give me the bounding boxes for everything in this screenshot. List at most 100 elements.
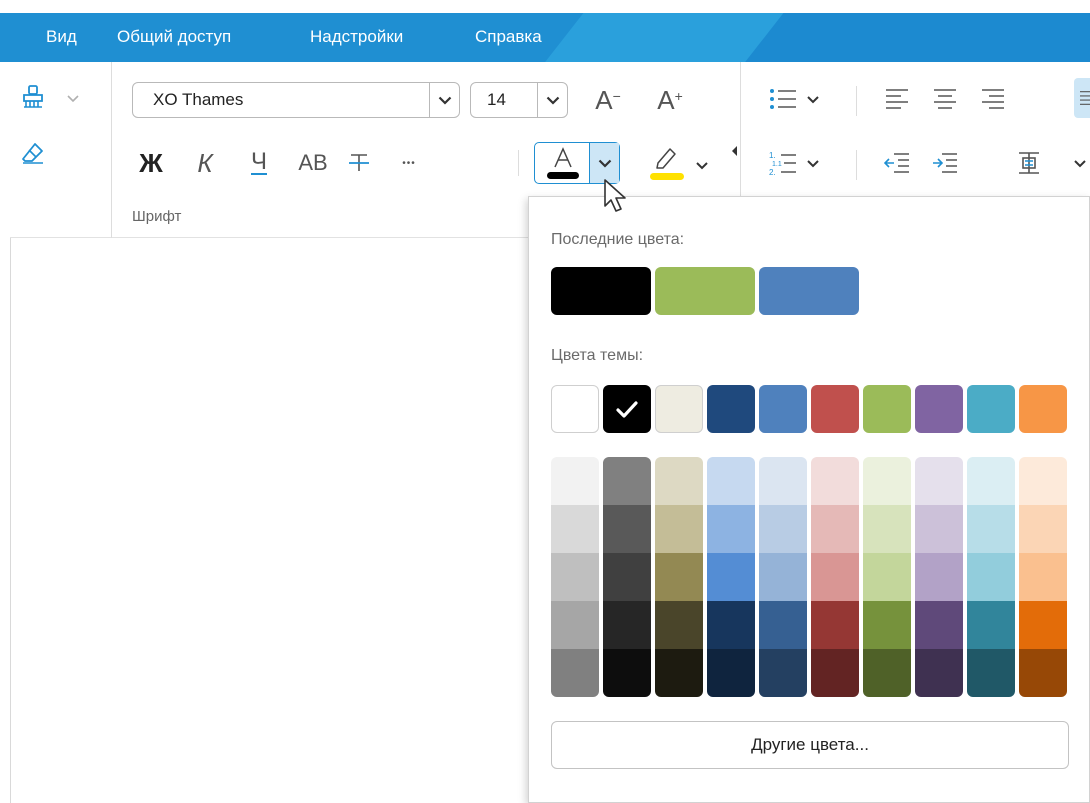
- shade-swatch[interactable]: [811, 553, 859, 601]
- menu-item-help[interactable]: Справка: [475, 27, 542, 47]
- strikethrough-button[interactable]: [342, 146, 376, 180]
- recent-color-swatch[interactable]: [759, 267, 859, 315]
- shade-swatch[interactable]: [811, 649, 859, 697]
- font-size-dropdown-arrow[interactable]: [537, 83, 567, 117]
- grow-font-button[interactable]: A +: [650, 80, 690, 120]
- shade-swatch[interactable]: [915, 457, 963, 505]
- shade-swatch[interactable]: [707, 601, 755, 649]
- shade-swatch[interactable]: [603, 505, 651, 553]
- shade-swatch[interactable]: [603, 457, 651, 505]
- shade-swatch[interactable]: [1019, 457, 1067, 505]
- all-caps-button[interactable]: АВ: [292, 146, 334, 180]
- align-center-button[interactable]: [928, 82, 962, 116]
- shade-swatch[interactable]: [551, 649, 599, 697]
- more-colors-button[interactable]: Другие цвета...: [551, 721, 1069, 769]
- shade-swatch[interactable]: [811, 505, 859, 553]
- shade-swatch[interactable]: [551, 601, 599, 649]
- shade-swatch[interactable]: [863, 649, 911, 697]
- theme-color-swatch[interactable]: [915, 385, 963, 433]
- italic-button[interactable]: К: [188, 146, 222, 180]
- shade-swatch[interactable]: [811, 601, 859, 649]
- shade-swatch[interactable]: [1019, 649, 1067, 697]
- shade-column: [863, 457, 911, 697]
- eraser-icon: [22, 143, 43, 164]
- shade-swatch[interactable]: [863, 505, 911, 553]
- paragraph-spacing-button[interactable]: [1012, 146, 1046, 180]
- shade-swatch[interactable]: [863, 457, 911, 505]
- shade-swatch[interactable]: [811, 457, 859, 505]
- shade-swatch[interactable]: [551, 457, 599, 505]
- shrink-font-button[interactable]: A −: [588, 80, 628, 120]
- shade-swatch[interactable]: [967, 505, 1015, 553]
- shade-swatch[interactable]: [603, 553, 651, 601]
- recent-color-swatch[interactable]: [551, 267, 651, 315]
- shade-swatch[interactable]: [863, 553, 911, 601]
- numbered-list-icon: 1. 1.1 2.: [769, 151, 796, 176]
- shade-swatch[interactable]: [1019, 553, 1067, 601]
- shade-swatch[interactable]: [759, 457, 807, 505]
- numbered-list-button[interactable]: 1. 1.1 2.: [766, 146, 800, 180]
- shade-swatch[interactable]: [707, 505, 755, 553]
- align-left-button[interactable]: [880, 82, 914, 116]
- checkmark-icon: [616, 401, 638, 418]
- shade-swatch[interactable]: [759, 649, 807, 697]
- justify-button[interactable]: [1074, 78, 1090, 118]
- shade-swatch[interactable]: [967, 601, 1015, 649]
- increase-indent-icon: [933, 153, 957, 173]
- decrease-indent-button[interactable]: [880, 146, 914, 180]
- menu-item-addons[interactable]: Надстройки: [310, 27, 403, 47]
- shade-swatch[interactable]: [551, 553, 599, 601]
- font-name-combobox[interactable]: XO Thames: [132, 82, 460, 118]
- shade-swatch[interactable]: [863, 601, 911, 649]
- theme-color-swatch[interactable]: [551, 385, 599, 433]
- shade-swatch[interactable]: [1019, 601, 1067, 649]
- shade-swatch[interactable]: [655, 457, 703, 505]
- theme-color-swatch[interactable]: [603, 385, 651, 433]
- shade-swatch[interactable]: [707, 649, 755, 697]
- shade-swatch[interactable]: [967, 649, 1015, 697]
- align-right-button[interactable]: [976, 82, 1010, 116]
- shade-swatch[interactable]: [759, 601, 807, 649]
- shade-swatch[interactable]: [655, 553, 703, 601]
- theme-color-swatch[interactable]: [655, 385, 703, 433]
- menu-item-view[interactable]: Вид: [46, 27, 77, 47]
- shade-swatch[interactable]: [915, 553, 963, 601]
- menu-item-sharing[interactable]: Общий доступ: [117, 27, 231, 47]
- theme-color-swatch[interactable]: [811, 385, 859, 433]
- theme-color-swatch[interactable]: [707, 385, 755, 433]
- font-name-dropdown-arrow[interactable]: [429, 83, 459, 117]
- shade-swatch[interactable]: [655, 649, 703, 697]
- increase-indent-button[interactable]: [928, 146, 962, 180]
- shade-swatch[interactable]: [915, 649, 963, 697]
- bullet-list-button[interactable]: [766, 82, 800, 116]
- shade-swatch[interactable]: [655, 505, 703, 553]
- highlighter-icon: [650, 148, 684, 180]
- shade-swatch[interactable]: [915, 601, 963, 649]
- shade-swatch[interactable]: [707, 457, 755, 505]
- format-painter-button[interactable]: [16, 80, 50, 114]
- shade-swatch[interactable]: [603, 601, 651, 649]
- highlight-color-button[interactable]: [642, 142, 688, 184]
- theme-color-swatch[interactable]: [759, 385, 807, 433]
- underline-button[interactable]: Ч: [242, 146, 276, 180]
- recent-color-swatch[interactable]: [655, 267, 755, 315]
- shade-swatch[interactable]: [603, 649, 651, 697]
- shade-swatch[interactable]: [1019, 505, 1067, 553]
- more-font-options-button[interactable]: •••: [394, 146, 424, 180]
- font-size-combobox[interactable]: 14: [470, 82, 568, 118]
- theme-color-swatch[interactable]: [967, 385, 1015, 433]
- theme-color-swatch[interactable]: [863, 385, 911, 433]
- shade-swatch[interactable]: [967, 553, 1015, 601]
- font-color-dropdown-arrow[interactable]: [589, 143, 619, 183]
- theme-color-swatch[interactable]: [1019, 385, 1067, 433]
- shade-swatch[interactable]: [759, 505, 807, 553]
- bold-button[interactable]: Ж: [134, 146, 168, 180]
- font-color-button[interactable]: [541, 145, 587, 181]
- shade-swatch[interactable]: [707, 553, 755, 601]
- shade-swatch[interactable]: [551, 505, 599, 553]
- shade-swatch[interactable]: [915, 505, 963, 553]
- clear-format-button[interactable]: [16, 136, 50, 170]
- shade-swatch[interactable]: [967, 457, 1015, 505]
- shade-swatch[interactable]: [759, 553, 807, 601]
- shade-swatch[interactable]: [655, 601, 703, 649]
